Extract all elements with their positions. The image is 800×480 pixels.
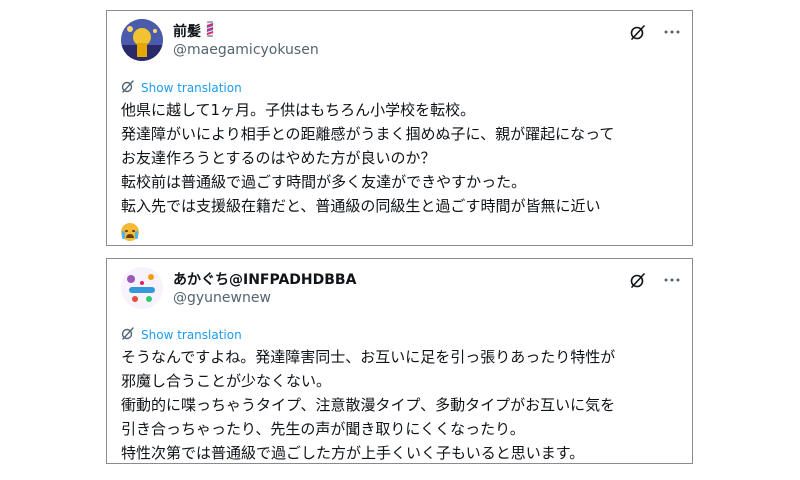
- post-text-line: お友達作ろうとするのはやめた方が良いのか？: [121, 149, 436, 167]
- post-card[interactable]: あかぐち@INFPADHDBBA @gyunewnew Show transla…: [106, 258, 693, 464]
- crying-face-emoji: [121, 222, 139, 241]
- translate-icon: [121, 326, 135, 343]
- avatar[interactable]: [121, 19, 163, 61]
- post-text: そうなんですよね。発達障害同士、お互いに足を引っ張りあったり特性が 邪魔し合うこ…: [121, 345, 684, 465]
- avatar[interactable]: [121, 267, 163, 309]
- show-translation-link[interactable]: Show translation: [121, 79, 242, 96]
- show-translation-link[interactable]: Show translation: [121, 326, 242, 343]
- post-text-line: 邪魔し合うことが少なくない。: [121, 372, 332, 390]
- translate-icon: [121, 79, 135, 96]
- post-text-line: そうなんですよね。発達障害同士、お互いに足を引っ張りあったり特性が: [121, 348, 616, 366]
- post-text: 他県に越して1ヶ月。子供はもちろん小学校を転校。 発達障がいにより相手との距離感…: [121, 98, 684, 242]
- more-options-icon[interactable]: [662, 270, 682, 290]
- post-text-line: 引き合っちゃったり、先生の声が聞き取りにくくなったり。: [121, 420, 525, 438]
- post-text-line: 衝動的に喋っちゃうタイプ、注意散漫タイプ、多動タイプがお互いに気を: [121, 396, 616, 414]
- post-text-line: 特性次第では普通級で過ごした方が上手くいく子もいると思います。: [121, 444, 585, 462]
- more-options-icon[interactable]: [662, 22, 682, 42]
- display-name[interactable]: 前髪: [173, 21, 201, 41]
- post-text-line: 発達障がいにより相手との距離感がうまく掴めぬ子に、親が躍起になって: [121, 125, 615, 143]
- post-card[interactable]: 前髪 @maegamicyokusen Show translation 他県に…: [106, 10, 693, 246]
- show-translation-label: Show translation: [141, 327, 242, 342]
- post-text-line: 転校前は普通級で過ごす時間が多く友達ができやすかった。: [121, 173, 527, 191]
- crying-face-emoji-line: [121, 218, 684, 242]
- grok-icon[interactable]: [628, 22, 648, 42]
- grok-icon[interactable]: [628, 270, 648, 290]
- show-translation-label: Show translation: [141, 80, 242, 95]
- user-handle[interactable]: @maegamicyokusen: [173, 42, 319, 58]
- post-text-line: 他県に越して1ヶ月。子供はもちろん小学校を転校。: [121, 101, 476, 119]
- barber-pole-icon: [205, 21, 215, 41]
- post-text-line: 転入先では支援級在籍だと、普通級の同級生と過ごす時間が皆無に近い: [121, 197, 601, 215]
- display-name[interactable]: あかぐち@INFPADHDBBA: [173, 269, 356, 289]
- user-handle[interactable]: @gyunewnew: [173, 290, 271, 306]
